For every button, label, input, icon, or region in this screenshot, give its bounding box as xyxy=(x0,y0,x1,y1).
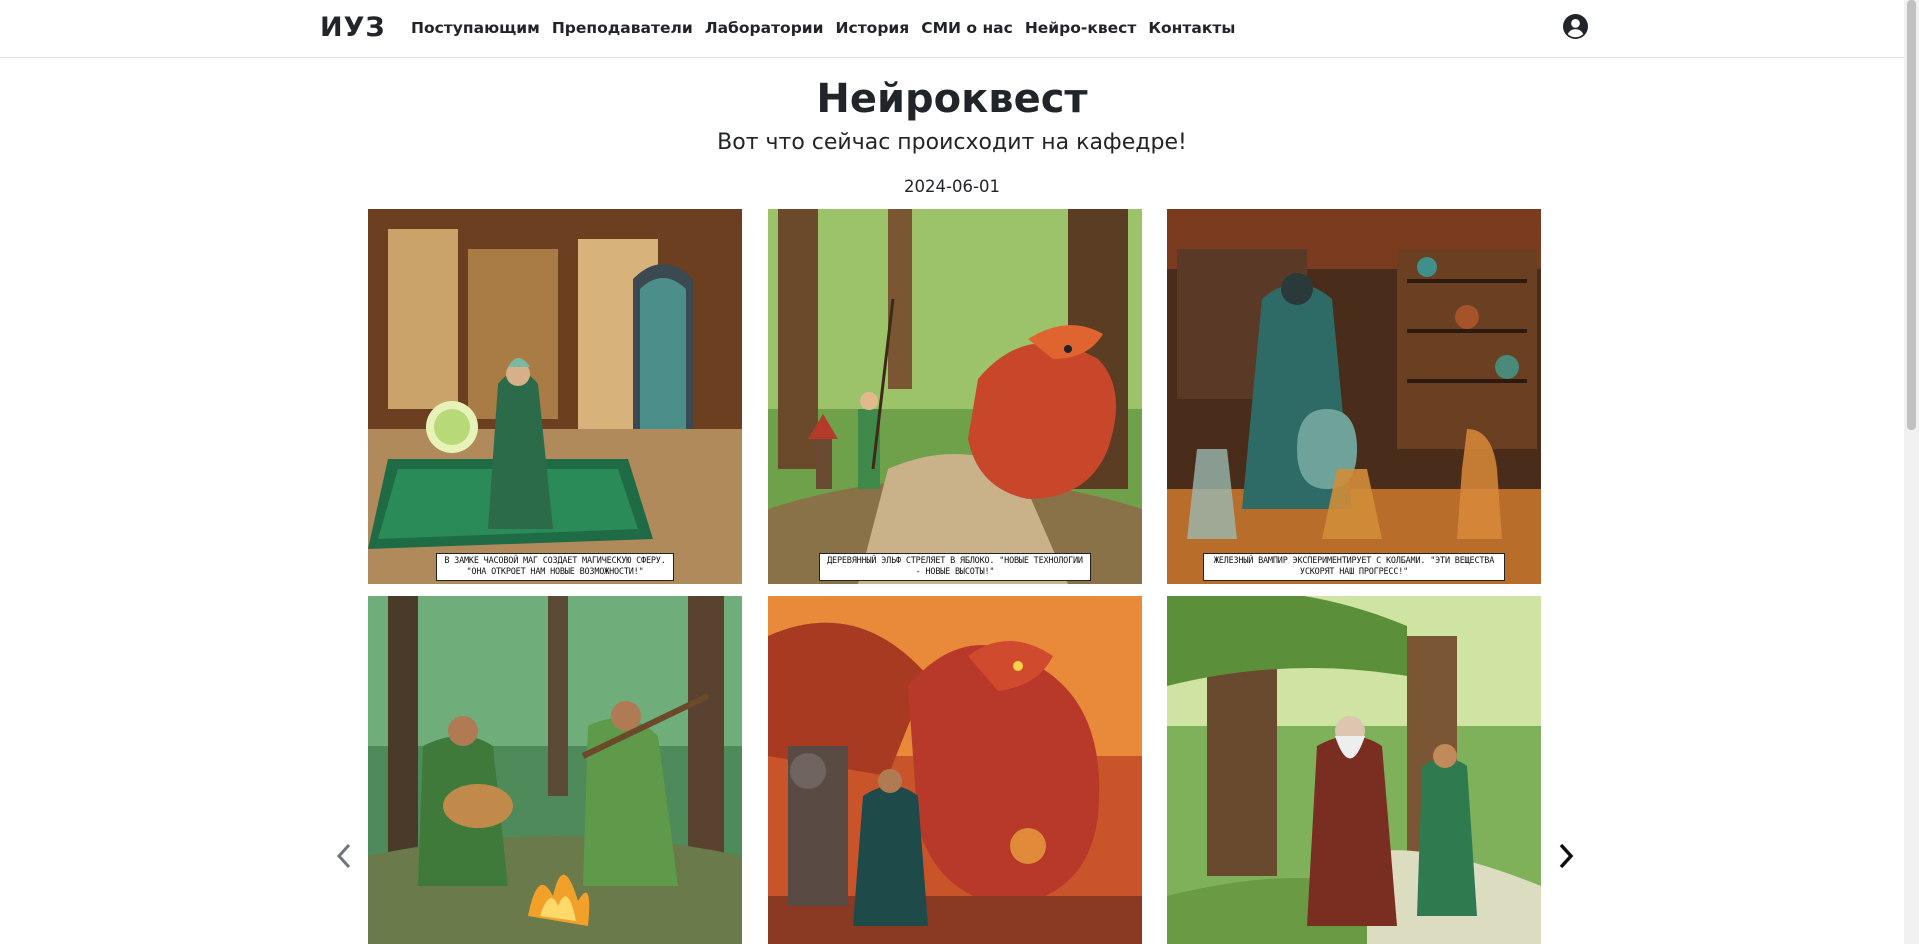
nav-link-contacts[interactable]: Контакты xyxy=(1148,19,1235,37)
comic-panel-elf-dragon[interactable]: Деревянный эльф стреляет в яблоко. "Новы… xyxy=(768,209,1142,584)
alchemist-illustration xyxy=(1167,209,1541,584)
page-scrollbar[interactable] xyxy=(1904,0,1919,944)
chevron-left-icon xyxy=(336,843,351,869)
nav-link-media[interactable]: СМИ о нас xyxy=(921,19,1013,37)
chevron-right-icon xyxy=(1559,843,1574,869)
wanderers-illustration xyxy=(1167,596,1541,944)
nav-link-laboratories[interactable]: Лаборатории xyxy=(705,19,824,37)
scrollbar-thumb[interactable] xyxy=(1907,0,1916,430)
elf-dragon-illustration xyxy=(768,209,1142,584)
wizard-illustration xyxy=(368,209,742,584)
comic-panel-vampire-alchemist[interactable]: Железный вампир экспериментирует с колба… xyxy=(1167,209,1541,584)
red-dragon-illustration xyxy=(768,596,1142,944)
panel-caption: Деревянный эльф стреляет в яблоко. "Новы… xyxy=(819,553,1091,581)
comic-panel-red-dragon[interactable] xyxy=(768,596,1142,944)
nav-link-neuro-quest[interactable]: Нейро-квест xyxy=(1025,19,1137,37)
brand-logo[interactable]: ИУЗ xyxy=(320,12,386,43)
page-subtitle: Вот что сейчас происходит на кафедре! xyxy=(717,130,1187,155)
carousel-next-button[interactable] xyxy=(1551,836,1581,876)
carousel-prev-button[interactable] xyxy=(329,836,359,876)
comic-panel-campfire[interactable] xyxy=(368,596,742,944)
nav-links: Поступающим Преподаватели Лаборатории Ис… xyxy=(411,19,1247,37)
top-navbar: ИУЗ Поступающим Преподаватели Лаборатори… xyxy=(0,0,1904,58)
panel-caption: Железный вампир экспериментирует с колба… xyxy=(1203,553,1505,581)
comic-panel-wanderers[interactable] xyxy=(1167,596,1541,944)
panel-caption: В замке часовой маг создает магическую с… xyxy=(436,553,674,581)
quest-date: 2024-06-01 xyxy=(904,177,1000,196)
nav-link-applicants[interactable]: Поступающим xyxy=(411,19,540,37)
page-title: Нейроквест xyxy=(816,76,1088,122)
comic-panel-wizard[interactable]: В замке часовой маг создает магическую с… xyxy=(368,209,742,584)
campfire-illustration xyxy=(368,596,742,944)
user-circle-icon[interactable] xyxy=(1563,14,1588,39)
nav-link-teachers[interactable]: Преподаватели xyxy=(552,19,693,37)
nav-link-history[interactable]: История xyxy=(836,19,910,37)
